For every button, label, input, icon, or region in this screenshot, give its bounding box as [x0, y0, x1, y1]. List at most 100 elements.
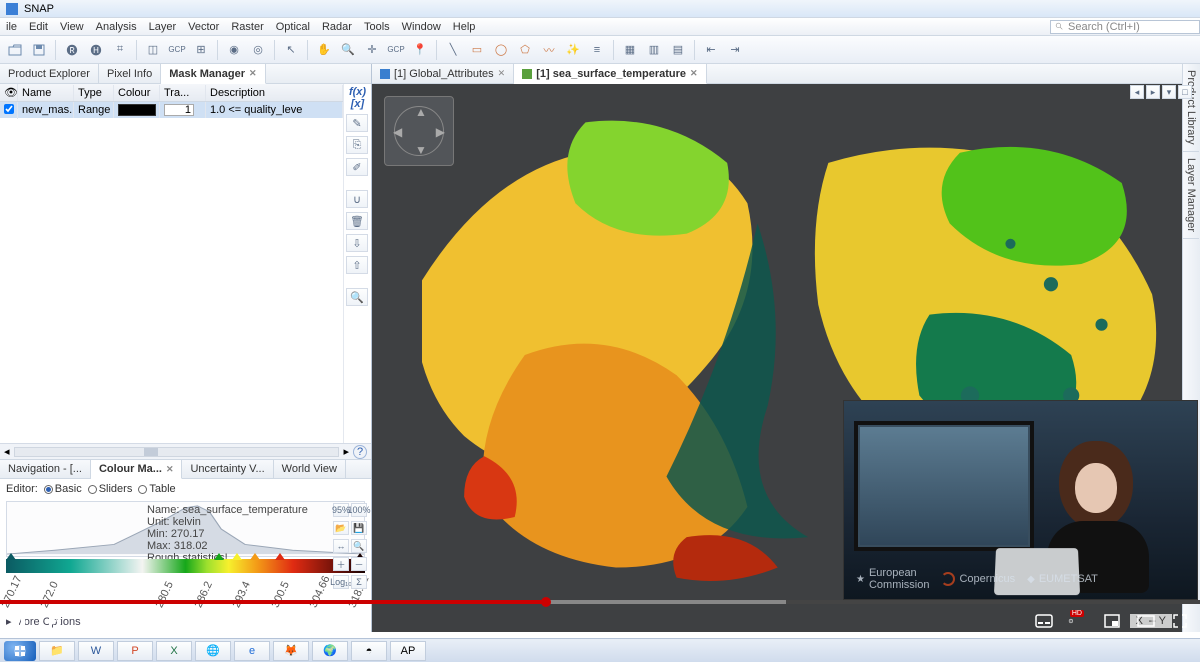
settings-button[interactable]: HD: [1068, 611, 1088, 631]
radio-sliders[interactable]: Sliders: [88, 483, 133, 495]
col-type[interactable]: Type: [74, 85, 114, 101]
scroll-left-icon[interactable]: ◂: [4, 445, 10, 458]
menu-edit[interactable]: Edit: [23, 21, 54, 33]
task-word-icon[interactable]: W: [78, 641, 114, 661]
tb-zoom-icon[interactable]: 🔍: [337, 39, 359, 61]
col-visible-icon[interactable]: 👁: [0, 84, 18, 101]
mask-tool-import-icon[interactable]: ⇩: [346, 234, 368, 252]
close-icon[interactable]: ✕: [690, 68, 698, 79]
task-snap-icon[interactable]: AP: [390, 641, 426, 661]
menu-raster[interactable]: Raster: [225, 21, 269, 33]
menu-analysis[interactable]: Analysis: [90, 21, 143, 33]
task-obs-icon[interactable]: ◓: [351, 641, 387, 661]
menu-radar[interactable]: Radar: [316, 21, 358, 33]
menu-file[interactable]: ile: [0, 21, 23, 33]
navigation-compass[interactable]: ▲ ▼ ◀ ▶: [384, 96, 454, 166]
close-icon[interactable]: ✕: [498, 68, 506, 79]
task-globe-icon[interactable]: 🌍: [312, 641, 348, 661]
auto-stretch-icon[interactable]: ↔: [333, 539, 349, 553]
menu-view[interactable]: View: [54, 21, 90, 33]
tb-open-icon[interactable]: [4, 39, 26, 61]
mask-tool-union-icon[interactable]: ∪: [346, 190, 368, 208]
tb-wand-icon[interactable]: ✨: [562, 39, 584, 61]
tab-colour-manipulation[interactable]: Colour Ma...✕: [91, 460, 183, 479]
gradient-bar[interactable]: [6, 559, 365, 573]
tb-gcptool-icon[interactable]: GCP: [385, 39, 407, 61]
tb-drawellipse-icon[interactable]: ◯: [490, 39, 512, 61]
view-next-icon[interactable]: ▸: [1146, 85, 1160, 99]
tb-layout3-icon[interactable]: ▤: [667, 39, 689, 61]
mask-tool-edit-icon[interactable]: ✐: [346, 158, 368, 176]
tab-layer-manager[interactable]: Layer Manager: [1183, 152, 1199, 239]
menu-layer[interactable]: Layer: [143, 21, 183, 33]
tb-mosaic-icon[interactable]: ⊞: [190, 39, 212, 61]
tb-cursor-icon[interactable]: ↖: [280, 39, 302, 61]
nav-left-icon[interactable]: ◀: [393, 125, 402, 139]
tb-hsv-icon[interactable]: 🅗: [85, 39, 107, 61]
tb-save-icon[interactable]: [28, 39, 50, 61]
radio-basic[interactable]: Basic: [44, 483, 82, 495]
mask-tool-delete-icon[interactable]: 🗑: [346, 212, 368, 230]
palette-open-icon[interactable]: 📂: [333, 521, 349, 535]
volume-button[interactable]: [78, 611, 98, 631]
task-explorer-icon[interactable]: 📁: [39, 641, 75, 661]
tab-product-library[interactable]: Product Library: [1183, 64, 1199, 152]
theater-button[interactable]: [1136, 611, 1156, 631]
tb-layout1-icon[interactable]: ▦: [619, 39, 641, 61]
close-icon[interactable]: ✕: [249, 68, 257, 79]
grad-handle[interactable]: [214, 553, 224, 560]
menu-help[interactable]: Help: [447, 21, 482, 33]
help-icon[interactable]: ?: [353, 445, 367, 459]
tb-drawpoly-icon[interactable]: ⬠: [514, 39, 536, 61]
view-dropdown-icon[interactable]: ▾: [1162, 85, 1176, 99]
histogram[interactable]: Name: sea_surface_temperature Unit: kelv…: [6, 501, 365, 557]
tab-uncertainty[interactable]: Uncertainty V...: [182, 460, 273, 478]
col-colour[interactable]: Colour: [114, 85, 160, 101]
grad-handle[interactable]: [232, 553, 242, 560]
radio-table[interactable]: Table: [138, 483, 175, 495]
tb-crosshair-icon[interactable]: ✛: [361, 39, 383, 61]
table-row[interactable]: new_mas... Range 1 1.0 <= quality_leve: [0, 102, 343, 118]
task-firefox-icon[interactable]: 🦊: [273, 641, 309, 661]
scroll-track[interactable]: [14, 447, 340, 457]
tab-mask-manager[interactable]: Mask Manager✕: [161, 64, 265, 84]
tab-navigation[interactable]: Navigation - [...: [0, 460, 91, 478]
task-ppt-icon[interactable]: P: [117, 641, 153, 661]
tb-drawpath-icon[interactable]: 〰: [538, 39, 560, 61]
progress-bar[interactable]: [0, 600, 1200, 604]
tb-nav2-icon[interactable]: ⇥: [724, 39, 746, 61]
search-input[interactable]: Search (Ctrl+I): [1050, 20, 1200, 34]
subtitles-button[interactable]: [1034, 611, 1054, 631]
close-icon[interactable]: ✕: [166, 464, 174, 475]
row-colour-swatch[interactable]: [118, 104, 156, 116]
mask-tool-export-icon[interactable]: ⇧: [346, 256, 368, 274]
next-button[interactable]: [44, 611, 64, 631]
tab-world-view[interactable]: World View: [274, 460, 346, 478]
tb-rgb-icon[interactable]: 🅡: [61, 39, 83, 61]
grad-handle[interactable]: [250, 553, 260, 560]
tb-filter-icon[interactable]: ⌗: [109, 39, 131, 61]
nav-down-icon[interactable]: ▼: [415, 143, 427, 157]
grad-handle[interactable]: [275, 553, 285, 560]
tb-blob1-icon[interactable]: ◉: [223, 39, 245, 61]
miniplayer-button[interactable]: [1102, 611, 1122, 631]
menu-vector[interactable]: Vector: [182, 21, 225, 33]
nav-right-icon[interactable]: ▶: [436, 125, 445, 139]
tb-range-icon[interactable]: ≡: [586, 39, 608, 61]
task-chrome-icon[interactable]: 🌐: [195, 641, 231, 661]
tb-blob2-icon[interactable]: ◎: [247, 39, 269, 61]
scroll-right-icon[interactable]: ▸: [343, 445, 349, 458]
grad-handle-min[interactable]: [6, 553, 16, 560]
col-name[interactable]: Name: [18, 85, 74, 101]
nav-up-icon[interactable]: ▲: [415, 105, 427, 119]
zoom-hist-icon[interactable]: 🔍: [351, 539, 367, 553]
stats-icon[interactable]: Σ: [351, 575, 367, 589]
task-excel-icon[interactable]: X: [156, 641, 192, 661]
mask-tool-copy-icon[interactable]: ⎘: [346, 136, 368, 154]
tb-pan-icon[interactable]: ✋: [313, 39, 335, 61]
tab-product-explorer[interactable]: Product Explorer: [0, 64, 99, 83]
tb-pin-icon[interactable]: 📍: [409, 39, 431, 61]
tab-global-attributes[interactable]: [1] Global_Attributes✕: [372, 64, 514, 83]
col-description[interactable]: Description: [206, 85, 343, 101]
row-visible-checkbox[interactable]: [4, 104, 14, 114]
